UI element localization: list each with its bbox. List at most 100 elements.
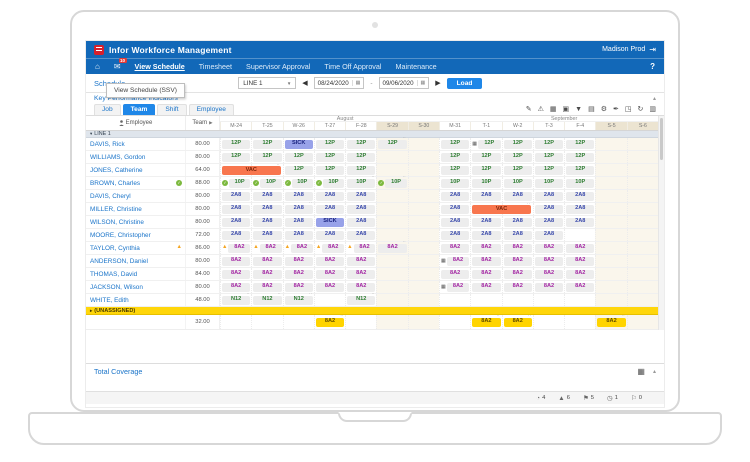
shift-chip[interactable]: 12P [285,153,313,162]
day-cell[interactable]: VAC·· [220,164,251,176]
shift-chip[interactable]: 10P [229,179,250,188]
day-cell[interactable] [376,315,407,329]
day-cell[interactable]: 8A2 [439,268,470,280]
day-cell[interactable]: 8A2·· [470,315,501,329]
day-cell[interactable]: 2A8 [220,203,251,215]
shift-chip[interactable]: 12P [316,166,344,175]
day-cell[interactable]: 8A2 [564,242,595,254]
shift-chip[interactable]: N12·· [253,296,281,305]
shift-chip[interactable]: N12·· [285,296,313,305]
day-cell[interactable] [595,294,626,306]
scrollbar-thumb[interactable] [660,118,663,160]
day-cell[interactable]: 2A8 [564,216,595,228]
day-cell[interactable] [439,294,470,306]
day-cell[interactable]: 12P [439,138,470,150]
day-cell[interactable]: 8A2 [470,242,501,254]
day-cell[interactable]: 8A2·· [376,242,407,254]
day-cell[interactable] [627,164,658,176]
shift-chip[interactable]: 2A8 [347,205,375,214]
day-cell[interactable] [627,255,658,267]
day-cell[interactable]: 8A2 [502,255,533,267]
day-cell[interactable]: 2A8·· [283,203,314,215]
shift-chip[interactable]: 12P [478,140,501,149]
shift-chip[interactable]: 2A8 [504,231,532,240]
day-cell[interactable]: 2A8 [502,216,533,228]
day-header[interactable]: S-6 [627,122,658,130]
day-cell[interactable] [627,203,658,215]
day-cell[interactable]: ▲8A2 [345,242,376,254]
day-cell[interactable]: 12P [283,164,314,176]
shift-chip[interactable]: 2A8 [441,231,469,240]
day-cell[interactable]: 10P [439,177,470,189]
day-cell[interactable]: 8A2 [314,255,345,267]
status-counter[interactable]: ▲6 [558,394,570,402]
day-header[interactable]: T-3 [533,122,564,130]
day-cell[interactable]: 2A8 [439,216,470,228]
shift-chip[interactable]: 2A8 [253,218,281,227]
shift-chip[interactable]: 2A8 [441,205,469,214]
day-cell[interactable] [627,138,658,150]
day-cell[interactable]: 10P [502,177,533,189]
sick-shift-chip[interactable]: SICK [285,140,313,149]
day-cell[interactable]: 2A8 [345,229,376,241]
shift-chip[interactable]: 10P [472,179,500,188]
day-cell[interactable]: ▦8A2 [439,255,470,267]
shift-chip[interactable]: 10P [260,179,281,188]
day-cell[interactable]: VAC·· [470,203,501,215]
employee-name-link[interactable]: TAYLOR, Cynthia [90,245,140,252]
day-cell[interactable]: 12P [533,138,564,150]
shift-chip[interactable]: 8A2 [316,257,344,266]
day-cell[interactable] [408,138,439,150]
day-cell[interactable] [595,268,626,280]
day-cell[interactable] [408,242,439,254]
shift-chip[interactable]: 2A8 [441,218,469,227]
shift-chip[interactable]: 8A2 [291,244,313,253]
day-cell[interactable]: 8A2 [439,242,470,254]
shift-chip[interactable]: 2A8 [253,231,281,240]
shift-chip[interactable]: 12P [222,140,250,149]
shift-chip[interactable]: 10P [504,179,532,188]
day-cell[interactable]: 2A8 [220,229,251,241]
shift-chip[interactable]: 12P [566,153,594,162]
day-cell[interactable]: 10P [564,177,595,189]
day-cell[interactable] [314,294,345,306]
alert-icon[interactable]: ⚠ [538,106,544,113]
day-header[interactable]: F-28 [345,122,376,130]
day-cell[interactable]: 2A8 [345,190,376,202]
previous-period-button[interactable]: ◀ [302,79,307,87]
shift-chip[interactable]: 10P [323,179,344,188]
day-cell[interactable]: 8A2 [502,242,533,254]
unassigned-shift-chip[interactable]: 8A2·· [504,318,532,327]
day-cell[interactable]: 2A8 [345,203,376,215]
day-cell[interactable]: 12P [283,151,314,163]
day-cell[interactable] [408,281,439,293]
day-cell[interactable] [564,294,595,306]
shift-chip[interactable]: 12P [347,140,375,149]
help-icon[interactable]: ? [650,62,655,71]
status-counter[interactable]: ⚑5 [583,394,594,402]
shift-chip[interactable]: 2A8 [222,205,250,214]
shift-chip[interactable]: 8A2 [472,270,500,279]
shift-chip[interactable]: 2A8 [253,205,281,214]
day-cell[interactable]: 12P [470,164,501,176]
day-cell[interactable]: ▲8A2 [251,242,282,254]
day-cell[interactable]: 12P [314,138,345,150]
day-cell[interactable] [595,229,626,241]
day-header[interactable]: M-31 [439,122,470,130]
tab-job[interactable]: Job [94,104,121,116]
day-cell[interactable]: 8A2 [345,268,376,280]
shift-chip[interactable]: 2A8·· [285,205,313,214]
date-to-field[interactable]: 09/06/2020 ▦ [379,77,430,89]
shift-chip[interactable]: 2A8 [222,192,250,201]
shift-chip[interactable]: 10P [566,179,594,188]
day-cell[interactable]: 2A8 [345,216,376,228]
day-cell[interactable] [627,216,658,228]
day-cell[interactable] [376,268,407,280]
day-header[interactable]: W-2 [502,122,533,130]
nav-item-time-off-approval[interactable]: Time Off Approval [324,62,381,71]
shift-chip[interactable]: 8A2 [228,244,250,253]
grid-view-icon[interactable]: ▦ [637,367,645,376]
shift-chip[interactable]: 2A8 [316,231,344,240]
day-cell[interactable]: 8A2 [314,268,345,280]
vacation-chip[interactable]: VAC·· [472,205,531,214]
